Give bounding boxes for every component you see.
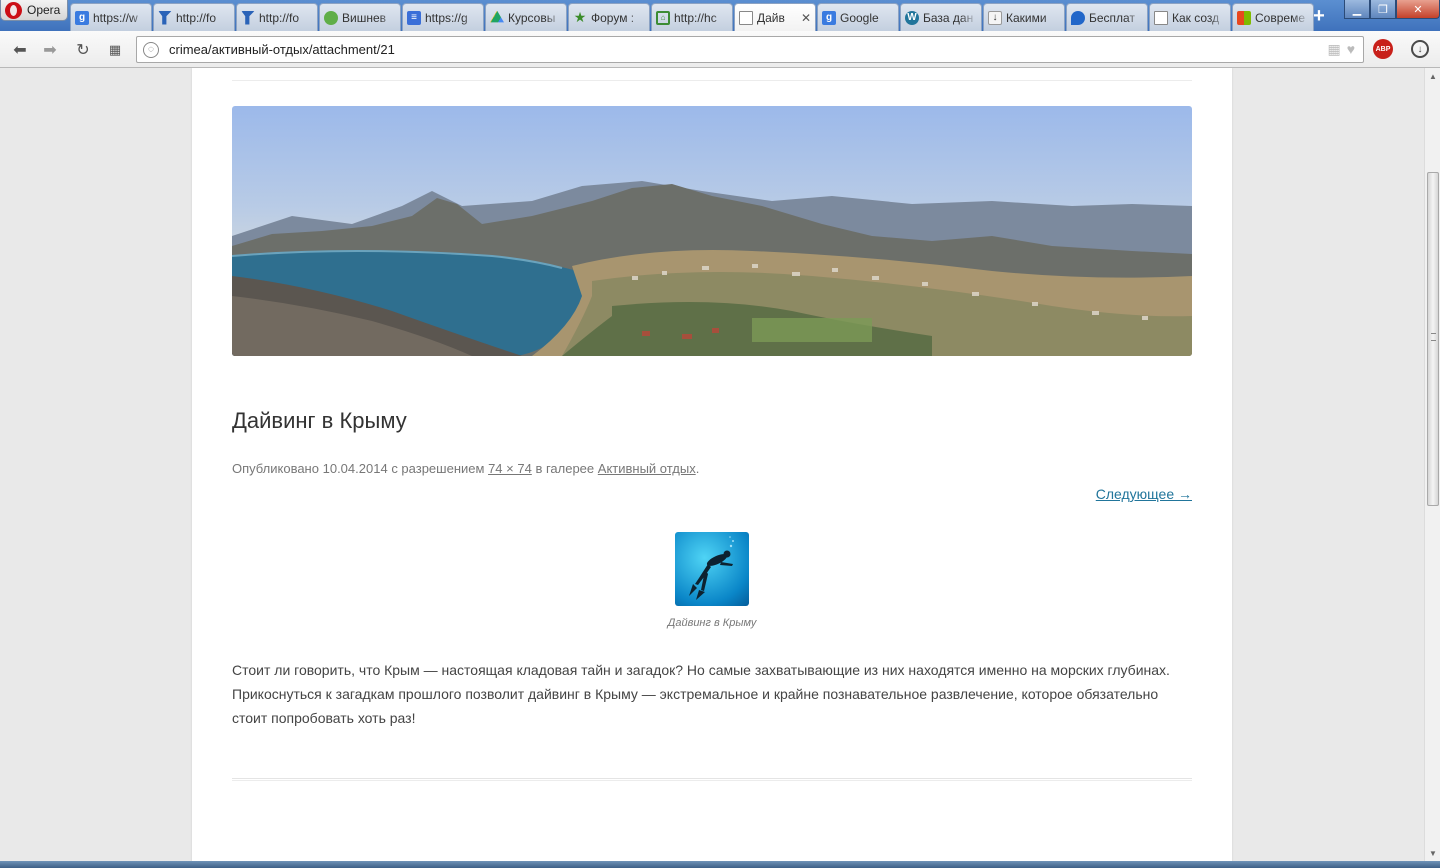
adblock-button[interactable]: ABP [1373, 39, 1393, 59]
tab[interactable]: ↓ Какими [983, 3, 1065, 31]
google-icon: g [822, 10, 836, 25]
address-bar[interactable]: ◌ crimea/активный-отдых/attachment/21 ▦ … [136, 36, 1364, 63]
navigation-toolbar: ⬅ ➡ ↻ ▦ ◌ crimea/активный-отдых/attachme… [0, 31, 1440, 68]
scroll-up-button[interactable]: ▲ [1425, 68, 1440, 84]
grip-icon [1431, 333, 1436, 341]
gallery-link[interactable]: Активный отдых [598, 461, 696, 476]
tab-label: http://fo [176, 10, 217, 25]
flag-icon [158, 10, 172, 25]
panorama-illustration [232, 181, 1192, 356]
arrow-right-icon: ➡ [43, 42, 57, 59]
heart-icon[interactable]: ♥ [1347, 41, 1355, 58]
close-window-button[interactable]: ✕ [1396, 0, 1440, 19]
opera-menu-label: Opera [27, 3, 61, 17]
tab-label: Курсовы [508, 10, 556, 25]
scroll-thumb[interactable] [1427, 172, 1439, 506]
post-date: 10.04.2014 [322, 461, 388, 476]
tab[interactable]: g https://w [70, 3, 152, 31]
windows-icon [1237, 10, 1251, 25]
arrow-left-icon: ⬅ [13, 42, 27, 59]
tab[interactable]: Совреме [1232, 3, 1314, 31]
tab[interactable]: ⌂ http://hc [651, 3, 733, 31]
image-size-link[interactable]: 74 × 74 [488, 461, 532, 476]
meta-with: с разрешением [391, 461, 485, 476]
tab-label: База дан [923, 10, 974, 25]
grid-icon: ▦ [108, 42, 122, 57]
tab[interactable]: W База дан [900, 3, 982, 31]
reload-icon: ↻ [76, 42, 90, 59]
tab-label: Бесплат [1089, 10, 1135, 25]
image-caption: Дайвинг в Крыму [667, 617, 757, 629]
tab-bar: Opera g https://w http://fo http://fo Вишнев… [0, 0, 1440, 31]
tab[interactable]: Бесплат [1066, 3, 1148, 31]
next-image-link[interactable]: Следующее → [1096, 486, 1192, 502]
google-icon: g [75, 10, 89, 25]
drop-icon [1071, 10, 1085, 25]
tab-label: Форум : [591, 10, 635, 25]
download-icon: ↓ [1417, 43, 1423, 55]
tab[interactable]: http://fo [153, 3, 235, 31]
tab-active[interactable]: Дайв ✕ [734, 3, 816, 31]
post-meta: Опубликовано 10.04.2014 с разрешением 74… [232, 461, 699, 476]
wordpress-icon: W [905, 10, 919, 25]
page-icon [1154, 10, 1168, 25]
download-icon: ↓ [988, 10, 1002, 25]
post-body: Стоит ли говорить, что Крым — настоящая … [232, 662, 1170, 726]
tab-label: Вишнев [342, 10, 387, 25]
new-tab-button[interactable]: + [1308, 6, 1330, 27]
diver-image [689, 536, 734, 600]
vertical-scrollbar[interactable]: ▲ ▼ [1424, 68, 1440, 861]
scroll-down-button[interactable]: ▼ [1425, 845, 1440, 861]
opera-logo-icon [5, 1, 22, 19]
divider [232, 778, 1192, 781]
window-controls: ▁ ❐ ✕ [1344, 0, 1440, 19]
tab-label: https://w [93, 10, 138, 25]
tab[interactable]: g Google [817, 3, 899, 31]
drive-icon [490, 10, 504, 23]
tab[interactable]: ≡ https://g [402, 3, 484, 31]
site-info-icon[interactable]: ◌ [143, 41, 159, 58]
tab[interactable]: Курсовы [485, 3, 567, 31]
page-icon [739, 10, 753, 25]
tab-label: Совреме [1255, 10, 1305, 25]
content-column: Дайвинг в Крыму Опубликовано 10.04.2014 … [192, 68, 1232, 861]
speed-dial-add-icon[interactable]: ▦ [1327, 41, 1340, 58]
home-icon: ⌂ [656, 10, 670, 25]
globe-icon [324, 10, 338, 25]
tab-label: Какими [1006, 10, 1047, 25]
address-url[interactable]: crimea/активный-отдых/attachment/21 [169, 42, 1327, 57]
tab-label: Google [840, 10, 879, 25]
divider [232, 80, 1192, 81]
os-taskbar [0, 861, 1440, 868]
star-icon: ★ [573, 9, 587, 25]
header-image [232, 106, 1192, 356]
download-extension-button[interactable]: ↓ [1411, 40, 1429, 58]
close-tab-icon[interactable]: ✕ [801, 11, 811, 25]
back-button[interactable]: ⬅ [9, 39, 31, 61]
post-title: Дайвинг в Крыму [232, 408, 407, 433]
tab-list: g https://w http://fo http://fo Вишнев ≡ https… [70, 3, 1315, 31]
opera-menu-button[interactable]: Opera [0, 0, 68, 21]
meta-in: в галерее [535, 461, 595, 476]
tab[interactable]: ★ Форум : [568, 3, 650, 31]
maximize-button[interactable]: ❐ [1370, 0, 1396, 19]
forward-button[interactable]: ➡ [39, 39, 61, 61]
tab[interactable]: http://fo [236, 3, 318, 31]
flag-icon [241, 10, 255, 25]
docs-icon: ≡ [407, 10, 421, 25]
speed-dial-button[interactable]: ▦ [104, 39, 126, 61]
tab-label: Как созд [1172, 10, 1220, 25]
tab-label: Дайв [757, 10, 785, 25]
meta-prefix: Опубликовано [232, 461, 319, 476]
tab[interactable]: Вишнев [319, 3, 401, 31]
reload-button[interactable]: ↻ [72, 39, 94, 61]
tab-label: http://hc [674, 10, 717, 25]
attachment-image[interactable] [675, 532, 749, 606]
tab-label: https://g [425, 10, 468, 25]
tab[interactable]: Как созд [1149, 3, 1231, 31]
tab-label: http://fo [259, 10, 300, 25]
page-viewport: Дайвинг в Крыму Опубликовано 10.04.2014 … [0, 68, 1424, 861]
minimize-button[interactable]: ▁ [1344, 0, 1370, 19]
meta-end: . [695, 461, 700, 476]
